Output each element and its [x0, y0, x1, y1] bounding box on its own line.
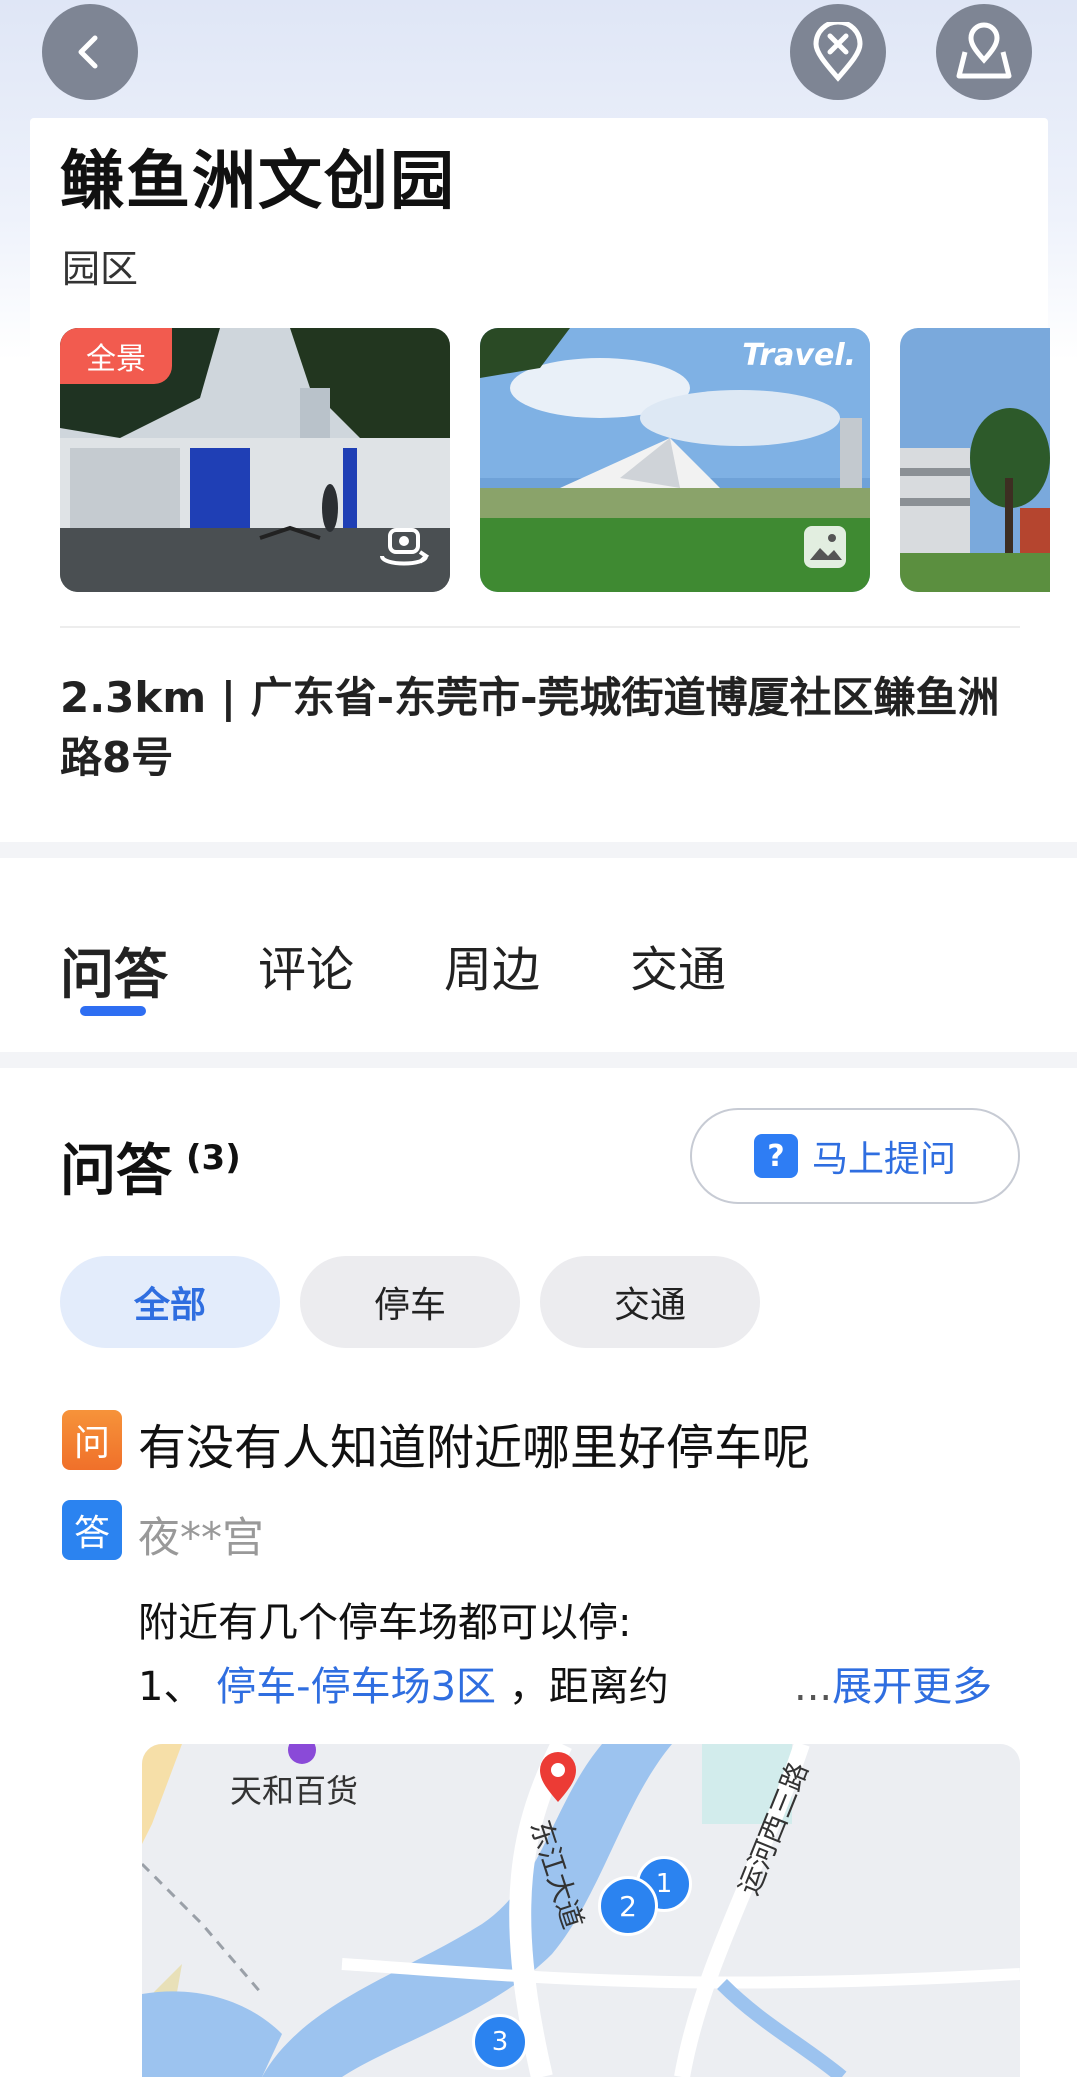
tab-qa[interactable]: 问答: [60, 930, 168, 1009]
filter-chip-transport[interactable]: 交通: [540, 1256, 760, 1348]
answerer-name: 夜**宫: [138, 1513, 265, 1562]
back-button[interactable]: [42, 4, 138, 100]
tab-transport[interactable]: 交通: [630, 930, 726, 1000]
ellipsis: ...: [794, 1664, 833, 1710]
qa-section-title: 问答: [60, 1139, 172, 1204]
map-marker[interactable]: 3: [472, 2014, 528, 2070]
photo-2[interactable]: Travel.: [480, 328, 870, 592]
expand-more-label: 展开更多: [832, 1664, 993, 1710]
panorama-badge: 全景: [60, 328, 172, 384]
answer-line-1: 附近有几个停车场都可以停:: [138, 1600, 632, 1646]
section-separator: [0, 842, 1077, 858]
answer-tag: 答: [62, 1500, 122, 1560]
close-location-button[interactable]: [790, 4, 886, 100]
location-close-icon: [813, 22, 863, 82]
answer-line-2: 1、 停车-停车场3区 ，距离约: [138, 1654, 669, 1712]
divider: [60, 626, 1020, 628]
question-text[interactable]: 有没有人知道附近哪里好停车呢: [138, 1408, 810, 1478]
panorama-icon: [380, 528, 430, 566]
place-title: 鳒鱼洲文创园: [60, 145, 456, 219]
active-tab-indicator: [80, 1006, 146, 1016]
qa-count: (3): [186, 1138, 241, 1178]
question-tag: 问: [62, 1410, 122, 1470]
photo-watermark: Travel.: [742, 338, 856, 373]
answer-suffix: ，距离约: [508, 1664, 669, 1710]
map-poi-label: 天和百货: [230, 1772, 359, 1810]
expand-more-button[interactable]: ...展开更多: [794, 1654, 992, 1712]
chevron-left-icon: [78, 35, 98, 69]
ask-question-button[interactable]: ? 马上提问: [690, 1108, 1020, 1204]
address-text[interactable]: 2.3km | 广东省-东莞市-莞城街道博厦社区鳒鱼洲路8号: [60, 668, 1020, 788]
map-pin-icon: [956, 22, 1012, 79]
parking-link[interactable]: 停车-停车场3区: [216, 1664, 496, 1710]
place-category: 园区: [62, 247, 139, 291]
tab-reviews[interactable]: 评论: [258, 930, 354, 1000]
answer-prefix: 1、: [138, 1664, 204, 1710]
tab-bar: 问答 评论 周边 交通: [0, 900, 1077, 1050]
photo-3[interactable]: [900, 328, 1050, 592]
answer-map[interactable]: 天和百货 东江大道 运河西三路 1 2 3: [142, 1744, 1020, 2077]
map-marker[interactable]: 2: [598, 1876, 658, 1936]
question-mark-icon: ?: [753, 1134, 798, 1178]
ask-question-label: 马上提问: [811, 1139, 956, 1180]
map-pin-button[interactable]: [936, 4, 1032, 100]
filter-chip-all[interactable]: 全部: [60, 1256, 280, 1348]
section-separator: [0, 1052, 1077, 1068]
filter-chip-parking[interactable]: 停车: [300, 1256, 520, 1348]
photo-icon: [804, 526, 846, 568]
building-image: [900, 328, 1050, 592]
tab-nearby[interactable]: 周边: [444, 930, 540, 1000]
panorama-photo[interactable]: 全景: [60, 328, 450, 592]
